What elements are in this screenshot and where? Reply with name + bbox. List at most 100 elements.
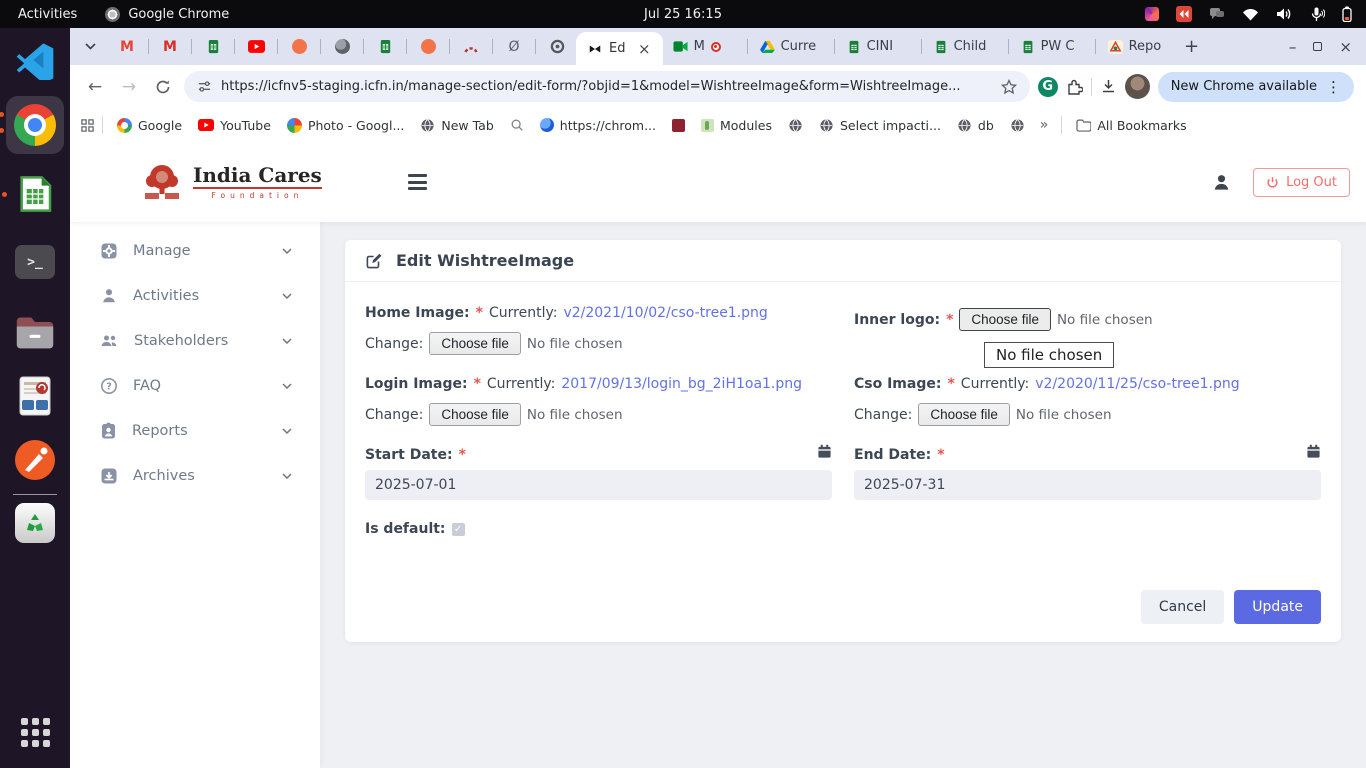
window-restore-button[interactable]	[1313, 42, 1322, 51]
tab-sheets[interactable]: PW C	[1013, 39, 1091, 54]
window-minimize-button[interactable]: –	[1289, 38, 1297, 56]
bookmark-db[interactable]: db	[950, 112, 1001, 138]
sidebar-item-faq[interactable]: ? FAQ	[70, 363, 320, 408]
downloads-icon[interactable]	[1100, 78, 1117, 95]
focused-app-menu[interactable]: Google Chrome	[105, 7, 229, 22]
logout-button[interactable]: Log Out	[1253, 168, 1350, 197]
grammarly-icon[interactable]: G	[1038, 77, 1058, 97]
bookmarks-overflow-button[interactable]: »	[1034, 117, 1055, 133]
user-icon[interactable]	[1212, 173, 1231, 192]
dock-files[interactable]	[9, 308, 61, 356]
dock-show-apps[interactable]	[9, 708, 61, 756]
profile-avatar[interactable]	[1125, 74, 1150, 99]
bookmark-star-icon[interactable]	[1001, 79, 1017, 95]
site-settings-icon[interactable]	[197, 79, 212, 94]
pinned-tab-site[interactable]	[325, 34, 359, 60]
microphone-icon[interactable]	[1310, 7, 1325, 22]
tab-sheets[interactable]: Child	[926, 39, 1004, 54]
inner-logo-choose-file-button[interactable]: Choose file	[959, 308, 1051, 331]
activities-button[interactable]: Activities	[18, 7, 77, 22]
sidebar-item-activities[interactable]: Activities	[70, 273, 320, 318]
bookmark-site[interactable]	[781, 112, 810, 138]
site-logo[interactable]: India Cares Foundation	[140, 162, 322, 202]
required-mark: *	[946, 312, 953, 328]
pinned-tab-site[interactable]	[454, 34, 488, 60]
login-image-current-file-link[interactable]: 2017/09/13/login_bg_2iH1oa1.png	[561, 376, 802, 392]
tray-app-icon[interactable]	[1145, 7, 1159, 21]
card-body: Home Image:* Currently: v2/2021/10/02/cs…	[345, 282, 1341, 540]
calendar-icon[interactable]	[817, 444, 832, 459]
bookmark-modules[interactable]: Modules	[694, 112, 779, 138]
apps-grid-icon[interactable]	[80, 118, 95, 133]
close-tab-icon[interactable]: ×	[638, 40, 651, 58]
tab-search-button[interactable]	[78, 35, 102, 59]
inner-logo-label: Inner logo:	[854, 312, 940, 328]
tab-repo[interactable]: Repo	[1100, 39, 1178, 54]
pinned-tab-chatgpt[interactable]	[540, 34, 574, 60]
tab-meet[interactable]: M	[665, 39, 743, 54]
bookmark-select-impact[interactable]: Select impacti...	[812, 112, 948, 138]
url-text[interactable]: https://icfnv5-staging.icfn.in/manage-se…	[221, 79, 992, 94]
pinned-tab-gmail[interactable]: M	[153, 34, 187, 60]
bookmark-google[interactable]: Google	[110, 112, 189, 138]
end-date-input[interactable]	[854, 470, 1321, 500]
volume-icon[interactable]	[1276, 7, 1293, 21]
reload-button[interactable]	[150, 74, 176, 100]
dock-document-viewer[interactable]	[9, 372, 61, 420]
forward-button[interactable]: →	[116, 74, 142, 100]
extensions-icon[interactable]	[1066, 78, 1083, 95]
active-tab[interactable]: Ed ×	[576, 32, 663, 65]
dock-terminal[interactable]: >_	[9, 238, 61, 286]
sidebar-item-stakeholders[interactable]: Stakeholders	[70, 318, 320, 363]
dock-trash[interactable]	[9, 499, 61, 547]
chatgpt-icon	[550, 39, 565, 54]
dock-chrome[interactable]	[6, 96, 64, 154]
update-chrome-chip[interactable]: New Chrome available ⋮	[1158, 72, 1354, 102]
pinned-tab-site[interactable]: Ø	[497, 34, 531, 60]
dock-postman[interactable]	[9, 436, 61, 484]
home-image-choose-file-button[interactable]: Choose file	[429, 332, 521, 355]
bookmark-search[interactable]	[503, 112, 531, 138]
battery-icon[interactable]	[1342, 6, 1352, 22]
clock[interactable]: Jul 25 16:15	[644, 0, 722, 28]
bookmark-youtube[interactable]: YouTube	[191, 112, 278, 138]
sidebar-toggle-button[interactable]	[408, 174, 427, 190]
cso-image-choose-file-button[interactable]: Choose file	[918, 403, 1010, 426]
chat-icon[interactable]	[1209, 7, 1225, 21]
bookmark-google-photos[interactable]: Photo - Googl...	[280, 112, 411, 138]
dock-vscode[interactable]	[9, 36, 61, 84]
pinned-tab-site[interactable]	[282, 34, 316, 60]
address-bar[interactable]: https://icfnv5-staging.icfn.in/manage-se…	[184, 71, 1030, 102]
home-image-current-file-link[interactable]: v2/2021/10/02/cso-tree1.png	[563, 305, 767, 321]
tab-separator	[747, 39, 748, 54]
is-default-checkbox[interactable]: ✓	[452, 523, 465, 536]
pinned-tab-site[interactable]	[411, 34, 445, 60]
update-button[interactable]: Update	[1234, 590, 1321, 624]
new-tab-button[interactable]: +	[1178, 36, 1206, 57]
login-image-choose-file-button[interactable]: Choose file	[429, 403, 521, 426]
window-close-button[interactable]: ×	[1339, 38, 1352, 56]
sidebar-item-archives[interactable]: Archives	[70, 453, 320, 498]
sidebar-item-manage[interactable]: Manage	[70, 228, 320, 273]
cso-image-current-file-link[interactable]: v2/2020/11/25/cso-tree1.png	[1035, 376, 1239, 392]
sidebar-item-reports[interactable]: Reports	[70, 408, 320, 453]
all-bookmarks-button[interactable]: All Bookmarks	[1069, 112, 1193, 138]
pinned-tab-sheets[interactable]	[196, 34, 230, 60]
bookmark-site[interactable]	[665, 112, 692, 138]
bookmark-site[interactable]	[1003, 112, 1032, 138]
tab-drive[interactable]: Curre	[752, 39, 830, 54]
screenshare-icon[interactable]	[1176, 6, 1192, 22]
start-date-input[interactable]	[365, 470, 832, 500]
pinned-tab-sheets[interactable]	[368, 34, 402, 60]
dock-libreoffice-calc[interactable]	[9, 170, 61, 218]
bookmark-chrome-link[interactable]: https://chrom...	[533, 112, 663, 138]
tab-sheets[interactable]: CINI	[839, 39, 917, 54]
calendar-icon[interactable]	[1306, 444, 1321, 459]
back-button[interactable]: ←	[82, 74, 108, 100]
cancel-button[interactable]: Cancel	[1141, 590, 1224, 624]
kebab-menu-icon[interactable]: ⋮	[1326, 78, 1341, 96]
wifi-icon[interactable]	[1242, 8, 1259, 21]
pinned-tab-gmail[interactable]: M	[110, 34, 144, 60]
pinned-tab-youtube[interactable]	[239, 34, 273, 60]
bookmark-new-tab[interactable]: New Tab	[413, 112, 500, 138]
